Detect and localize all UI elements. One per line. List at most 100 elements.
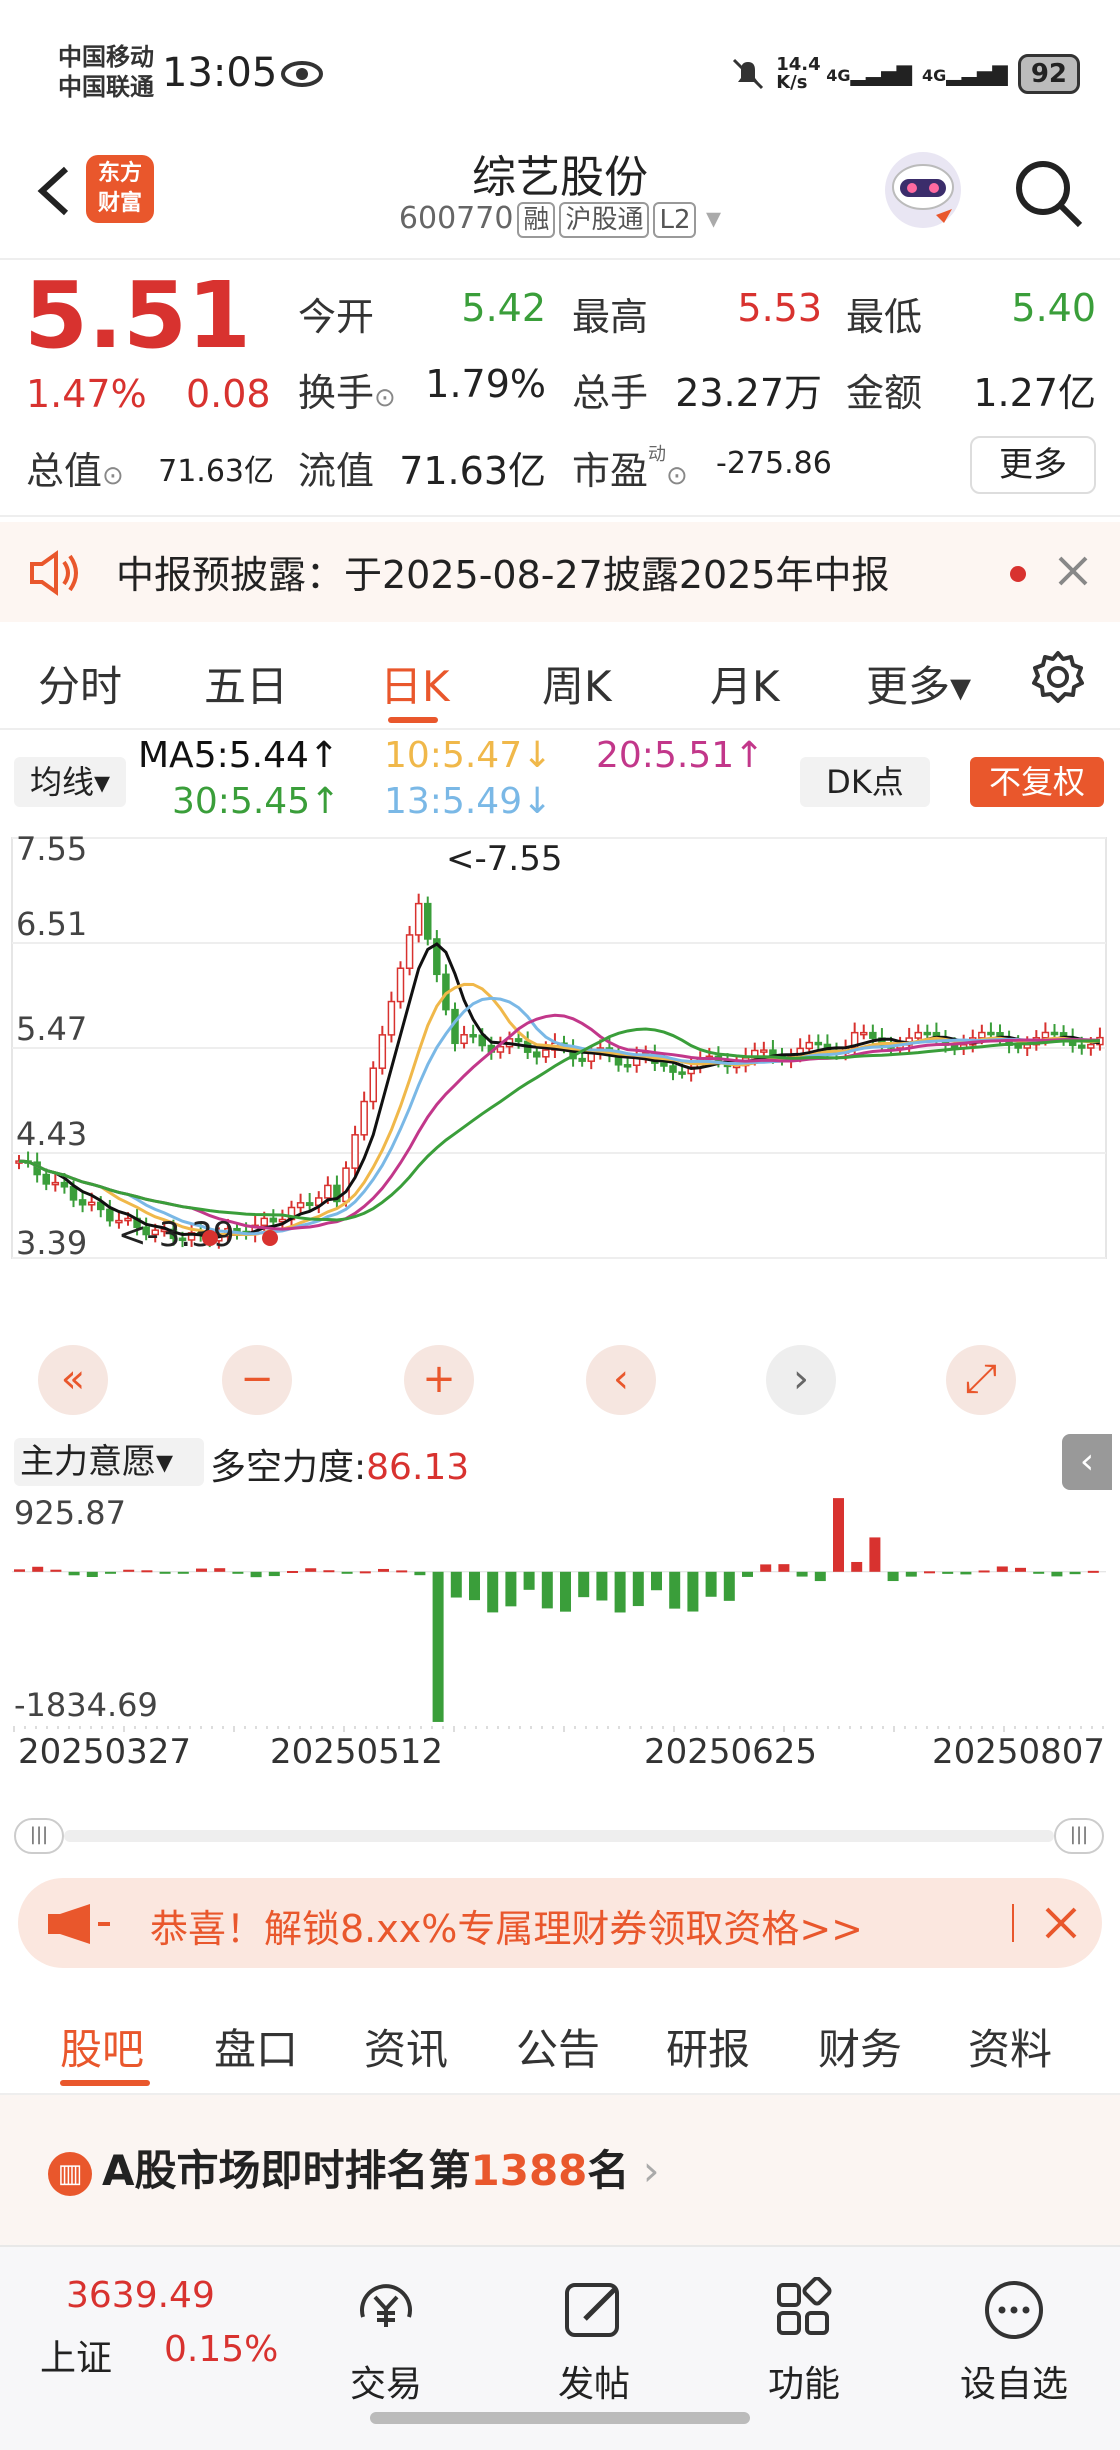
tab-research[interactable]: 研报 <box>666 2016 750 2077</box>
candle-body <box>87 1201 96 1206</box>
home-indicator[interactable] <box>370 2412 750 2424</box>
tab-more[interactable]: 更多▾ <box>866 653 971 714</box>
tab-news[interactable]: 资讯 <box>364 2016 448 2077</box>
nav-post[interactable]: 发帖 <box>504 2277 684 2407</box>
rank-number: 1388 <box>470 2146 588 2195</box>
more-dots-icon[interactable]: ⊙ <box>374 383 396 413</box>
index-pct[interactable]: 0.15% <box>164 2329 278 2370</box>
candle-body <box>469 1034 477 1038</box>
collapse-panel-icon[interactable]: ‹ <box>1062 1434 1112 1490</box>
tag-hk-connect: 沪股通 <box>559 202 650 238</box>
tab-intraday[interactable]: 分时 <box>38 653 122 714</box>
mktcap-label-text: 总值 <box>26 449 103 493</box>
more-circle-icon <box>985 2281 1043 2339</box>
flow-bar <box>1015 1567 1026 1572</box>
eye-icon <box>281 61 323 87</box>
carrier-1: 中国移动 <box>58 43 154 71</box>
dk-points-selector[interactable]: DK点 <box>800 757 930 807</box>
flow-bar <box>250 1571 262 1578</box>
flow-bar <box>742 1571 753 1577</box>
flow-bar <box>760 1564 772 1572</box>
ma10-label: 10:5.47↓ <box>384 735 553 776</box>
tab-announcements[interactable]: 公告 <box>516 2016 600 2077</box>
scroll-handle-left[interactable]: ||| <box>14 1818 64 1854</box>
rewind-icon[interactable]: « <box>38 1345 108 1415</box>
bottom-nav: 3639.49 上证 0.15% 交易 发帖 功能 设自选 <box>0 2245 1120 2450</box>
adjust-selector[interactable]: 不复权 <box>970 757 1104 807</box>
robot-assistant-icon[interactable] <box>878 145 968 235</box>
next-icon[interactable]: › <box>766 1345 836 1415</box>
rank-panel[interactable]: ▥ A股市场即时排名第1388名 › <box>0 2095 1120 2245</box>
index-value[interactable]: 3639.49 <box>66 2275 215 2316</box>
flow-bar <box>905 1571 917 1577</box>
amount-label: 金额 <box>846 371 923 415</box>
flow-bar <box>105 1571 116 1574</box>
tab-daily-k[interactable]: 日K <box>380 653 450 714</box>
fullscreen-icon[interactable]: ⤢ <box>946 1345 1016 1415</box>
net-speed: 14.4 K/s <box>776 54 821 93</box>
more-dots-icon[interactable]: ⊙ <box>666 461 688 491</box>
candle-body <box>305 1202 314 1207</box>
tab-monthly-k[interactable]: 月K <box>710 653 780 714</box>
low-label: 最低 <box>846 295 923 339</box>
zoom-out-icon[interactable]: − <box>222 1345 292 1415</box>
period-tabs: 分时 五日 日K 周K 月K 更多▾ <box>0 625 1120 730</box>
flow-bar <box>450 1571 462 1598</box>
nav-trade[interactable]: 交易 <box>296 2277 476 2407</box>
open-label: 今开 <box>298 295 375 339</box>
turnover-label: 换手⊙ <box>298 362 396 417</box>
prev-icon[interactable]: ‹ <box>586 1345 656 1415</box>
tab-guba[interactable]: 股吧 <box>60 2016 144 2077</box>
system-icons: 14.4 K/s 4G▂▃▅▇ 4G▂▃▅▇ 92 <box>730 52 1080 96</box>
tab-pankou[interactable]: 盘口 <box>214 2016 298 2077</box>
scroll-handle-right[interactable]: ||| <box>1054 1818 1104 1854</box>
change-amount: 0.08 <box>186 372 271 416</box>
tab-weekly-k[interactable]: 周K <box>542 653 612 714</box>
ma-selector[interactable]: 均线▾ <box>14 757 126 807</box>
candle-body <box>923 1031 932 1036</box>
rank-prefix: A股市场即时排名第 <box>102 2146 471 2195</box>
nav-add-watchlist[interactable]: 设自选 <box>924 2277 1104 2407</box>
notice-bar[interactable]: 中报预披露：于2025-08-27披露2025年中报 <box>0 522 1120 622</box>
tab-profile[interactable]: 资料 <box>968 2016 1052 2077</box>
pe-sup: 动 <box>648 444 667 465</box>
mktcap-label: 总值⊙ <box>26 440 124 495</box>
promo-banner[interactable]: 恭喜！解锁8.xx%专属理财券领取资格>> <box>18 1878 1102 1968</box>
tab-finance[interactable]: 财务 <box>818 2016 902 2077</box>
candle-body <box>106 1208 114 1222</box>
close-icon[interactable] <box>1056 554 1090 588</box>
date-label: 20250625 <box>644 1732 818 1772</box>
candle-body <box>324 1184 332 1199</box>
flow-bar <box>86 1571 98 1578</box>
indicator-selector[interactable]: 主力意愿▾ <box>14 1438 204 1486</box>
indicator-value-number: 86.13 <box>366 1447 470 1488</box>
amount-value: 1.27亿 <box>973 371 1096 415</box>
flow-bar <box>996 1566 1008 1572</box>
candle-body <box>78 1199 87 1206</box>
candle-body <box>623 1064 632 1068</box>
candle-body <box>533 1051 541 1058</box>
zoom-in-icon[interactable]: + <box>404 1345 474 1415</box>
gear-icon[interactable] <box>1030 649 1086 705</box>
flow-bar <box>778 1564 790 1572</box>
candle-body <box>296 1202 305 1209</box>
range-scrollbar[interactable]: ||| ||| <box>14 1812 1104 1858</box>
indicator-header: 主力意愿▾ 多空力度:86.13 ‹ <box>0 1430 1120 1490</box>
more-button[interactable]: 更多 <box>970 436 1096 494</box>
k-line-chart[interactable]: 7.556.515.474.433.39<-7.55<-3.39 <box>0 828 1120 1268</box>
close-icon[interactable] <box>1044 1906 1078 1940</box>
flow-bar <box>268 1571 280 1577</box>
float-value: 71.63亿 <box>399 449 546 493</box>
candle-body <box>578 1057 586 1062</box>
more-dots-icon[interactable]: ⊙ <box>102 461 124 491</box>
flow-bar <box>869 1537 881 1572</box>
tab-five-day[interactable]: 五日 <box>204 653 288 714</box>
flow-bar <box>560 1571 571 1612</box>
search-icon[interactable] <box>1010 155 1086 231</box>
flow-bar <box>960 1571 972 1575</box>
main-force-chart: 925.87 -1834.69 <box>12 1494 1106 1732</box>
ma-line <box>18 1027 1100 1222</box>
nav-functions[interactable]: 功能 <box>714 2276 894 2407</box>
index-name[interactable]: 上证 <box>40 2329 112 2381</box>
market-rank: ▥ A股市场即时排名第1388名 › <box>48 2137 660 2198</box>
